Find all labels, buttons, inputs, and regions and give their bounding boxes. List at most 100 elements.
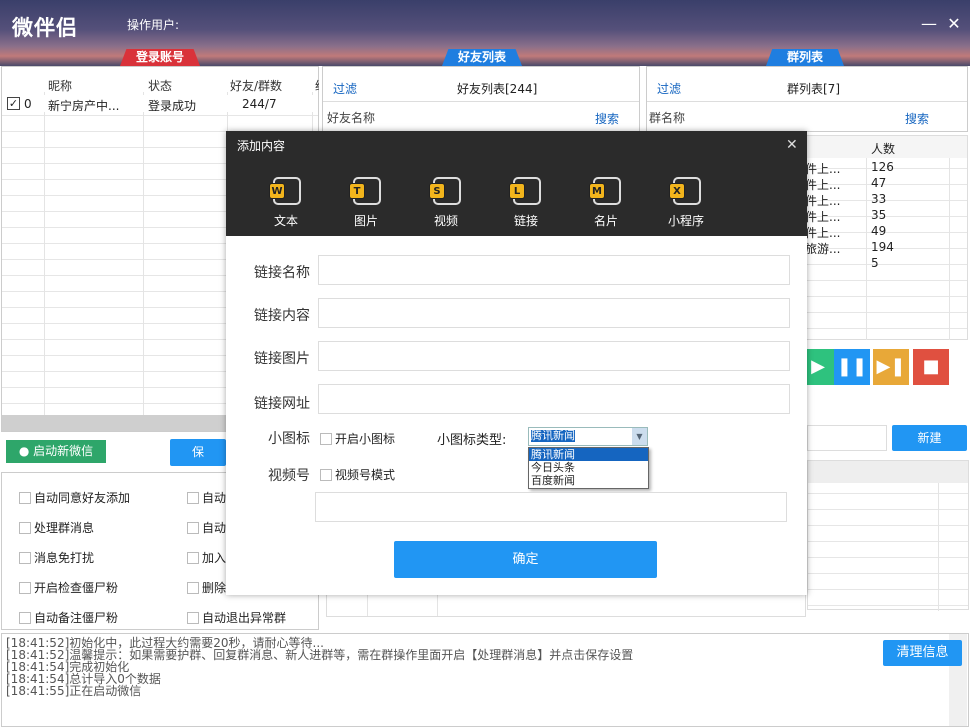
confirm-button[interactable]: 确定 [394, 541, 657, 578]
group-row-name[interactable]: 件上... [805, 192, 840, 209]
table-row[interactable]: ✓ 0 新宁房产中... 登录成功 244/7 [2, 95, 318, 113]
chevron-down-icon[interactable]: ▼ [632, 428, 647, 445]
link-url-input[interactable] [318, 384, 790, 414]
row-status: 登录成功 [148, 99, 197, 113]
save-button[interactable]: 保 [170, 439, 226, 466]
option-checkbox[interactable]: 处理群消息 [19, 519, 94, 536]
add-content-dialog: 添加内容 ✕ W 文本 T 图片 S 视频 L 链接 M 名片 X 小程序 链接名称 链接内容 链接图… [226, 131, 807, 595]
group-row-count: 49 [871, 224, 887, 238]
minimize-button[interactable]: — [920, 14, 938, 33]
new-input[interactable] [807, 425, 887, 451]
tool-label: 名片 [593, 214, 618, 228]
option-checkbox[interactable]: 自动 [187, 519, 226, 536]
link-url-label: 链接网址 [254, 396, 310, 412]
tool-s[interactable]: S 视频 [416, 175, 476, 229]
dialog-header: 添加内容 ✕ W 文本 T 图片 S 视频 L 链接 M 名片 X 小程序 [226, 131, 807, 236]
option-checkbox[interactable]: 自动退出异常群 [187, 609, 286, 626]
checkbox-box [19, 522, 31, 534]
option-checkbox[interactable]: 消息免打扰 [19, 549, 94, 566]
checkbox-box [187, 582, 199, 594]
row-index: 0 [24, 97, 32, 111]
option-label: 自动退出异常群 [202, 611, 287, 625]
col-member-count: 人数 [871, 142, 896, 156]
small-icon-type-select[interactable]: 腾讯新闻 ▼ [528, 427, 648, 446]
stop-button[interactable]: ■ [913, 349, 949, 385]
video-mode-checkbox[interactable]: 视频号模式 [320, 466, 395, 483]
group-row-name[interactable]: 件上... [805, 176, 840, 193]
dropdown-option[interactable]: 百度新闻 [529, 474, 648, 487]
col-more: 给 [315, 77, 319, 94]
tab-group-list[interactable]: 群列表 [766, 49, 844, 66]
tool-x[interactable]: X 小程序 [656, 175, 716, 229]
small-icon-type-dropdown: 腾讯新闻 今日头条 百度新闻 [528, 447, 649, 489]
small-icon-checkbox[interactable]: 开启小图标 [320, 430, 395, 447]
group-row-name[interactable]: 旅游... [805, 240, 840, 257]
option-checkbox[interactable]: 删除 [187, 579, 226, 596]
close-window-button[interactable]: ✕ [945, 14, 963, 33]
friends-panel: 过滤 好友列表[244] 好友名称 搜索 [322, 66, 640, 132]
group-row-name[interactable]: 件上... [805, 160, 840, 177]
checkbox-box [19, 612, 31, 624]
option-label: 处理群消息 [34, 521, 95, 535]
small-icon-type-label: 小图标类型: [437, 433, 507, 448]
content-type-letter: T [349, 183, 365, 199]
video-label: 视频号 [268, 468, 310, 484]
wechat-icon: ● [18, 444, 30, 458]
groups-title: 群列表[7] [787, 82, 840, 96]
checkbox-box [19, 492, 31, 504]
option-checkbox[interactable]: 加入 [187, 549, 226, 566]
dropdown-option[interactable]: 腾讯新闻 [529, 448, 648, 461]
dialog-title: 添加内容 [237, 139, 286, 153]
start-wechat-button[interactable]: ● 启动新微信 [6, 440, 106, 463]
content-type-letter: L [509, 183, 525, 199]
link-content-label: 链接内容 [254, 308, 310, 324]
groups-search-button[interactable]: 搜索 [905, 110, 929, 127]
option-label: 自动备注僵尸粉 [34, 611, 119, 625]
group-row-name[interactable]: 件上... [805, 208, 840, 225]
option-checkbox[interactable]: 自动同意好友添加 [19, 489, 130, 506]
tool-w[interactable]: W 文本 [256, 175, 316, 229]
tool-label: 小程序 [667, 214, 704, 228]
group-row-count: 47 [871, 176, 887, 190]
checkbox-box [187, 612, 199, 624]
app-title: 微伴侣 [12, 16, 78, 40]
right-lower-table [807, 460, 969, 611]
link-content-input[interactable] [318, 298, 790, 328]
friends-search-button[interactable]: 搜索 [595, 110, 619, 127]
option-checkbox[interactable]: 自动 [187, 489, 226, 506]
row-checkbox[interactable]: ✓ [7, 97, 20, 110]
friends-filter[interactable]: 过滤 [333, 80, 357, 97]
link-name-input[interactable] [318, 255, 790, 285]
option-checkbox[interactable]: 自动备注僵尸粉 [19, 609, 118, 626]
tab-login-accounts[interactable]: 登录账号 [120, 49, 200, 66]
content-type-icon: S [429, 175, 463, 207]
dialog-close-button[interactable]: ✕ [786, 137, 798, 153]
link-image-input[interactable] [318, 341, 790, 371]
clear-log-button[interactable]: 清理信息 [883, 640, 962, 666]
groups-panel: 过滤 群列表[7] 群名称 搜索 [646, 66, 968, 132]
tool-label: 视频 [433, 214, 458, 228]
col-friend-group-count: 好友/群数 [230, 79, 283, 93]
groups-filter[interactable]: 过滤 [657, 80, 681, 97]
video-mode-checkbox-label: 视频号模式 [335, 468, 396, 482]
group-row-count: 5 [871, 256, 879, 270]
content-type-letter: M [589, 183, 605, 199]
new-button[interactable]: 新建 [892, 425, 967, 451]
tool-label: 链接 [513, 214, 538, 228]
dropdown-option[interactable]: 今日头条 [529, 461, 648, 474]
content-type-letter: S [429, 183, 445, 199]
col-status: 状态 [148, 79, 173, 93]
pause-button[interactable]: ❚❚ [834, 349, 870, 385]
skip-button[interactable]: ▶❚ [873, 349, 909, 385]
tab-friend-list[interactable]: 好友列表 [442, 49, 522, 66]
video-input[interactable] [315, 492, 787, 522]
content-type-icon: M [589, 175, 623, 207]
checkbox-box [187, 492, 199, 504]
tool-label: 图片 [353, 214, 378, 228]
option-label: 删除 [202, 581, 227, 595]
tool-m[interactable]: M 名片 [576, 175, 636, 229]
option-checkbox[interactable]: 开启检查僵尸粉 [19, 579, 118, 596]
tool-l[interactable]: L 链接 [496, 175, 556, 229]
tool-t[interactable]: T 图片 [336, 175, 396, 229]
group-row-name[interactable]: 件上... [805, 224, 840, 241]
